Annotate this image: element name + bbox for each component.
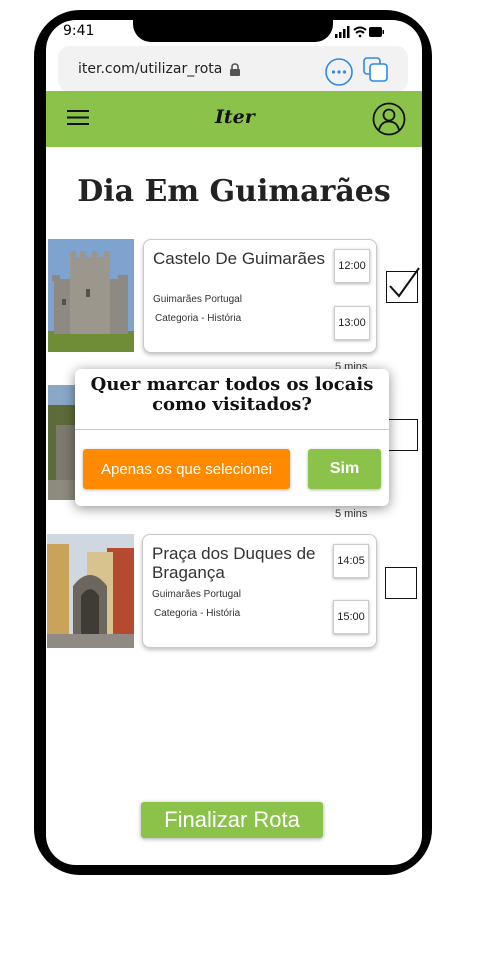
signal-icon <box>335 26 350 38</box>
dialog-divider <box>75 429 389 430</box>
start-time: 14:05 <box>333 544 369 578</box>
lock-icon <box>229 62 241 81</box>
start-time: 12:00 <box>334 249 370 283</box>
menu-icon[interactable] <box>67 109 91 131</box>
stop-location: Guimarães Portugal <box>152 589 241 600</box>
visited-checkbox[interactable] <box>385 567 417 599</box>
selected-only-button[interactable]: Apenas os que selecionei <box>83 449 290 489</box>
stop-name: Castelo De Guimarães <box>153 249 325 268</box>
finalize-route-button[interactable]: Finalizar Rota <box>141 802 323 838</box>
castle-photo <box>48 239 134 352</box>
confirm-dialog: Quer marcar todos os locais como visitad… <box>75 369 389 506</box>
status-time: 9:41 <box>63 23 95 39</box>
dialog-title: Quer marcar todos os locais como visitad… <box>90 374 374 415</box>
wifi-icon <box>353 26 367 38</box>
square-photo <box>47 534 134 648</box>
status-icons <box>335 24 385 43</box>
page-title: Dia Em Guimarães <box>77 174 391 209</box>
checkmark-icon <box>389 267 420 298</box>
end-time: 13:00 <box>334 306 370 340</box>
visited-checkbox[interactable] <box>386 419 418 451</box>
notch <box>133 10 333 42</box>
app-logo: Iter <box>215 106 255 128</box>
stop-location: Guimarães Portugal <box>153 294 242 305</box>
yes-button[interactable]: Sim <box>308 449 381 489</box>
url-text[interactable]: iter.com/utilizar_rota <box>78 61 222 77</box>
tabs-icon[interactable] <box>363 57 389 87</box>
more-options-icon[interactable] <box>324 57 354 91</box>
end-time: 15:00 <box>333 600 369 634</box>
stop-category: Categoria - História <box>155 313 242 324</box>
visited-checkbox[interactable] <box>386 267 420 303</box>
stop-name: Praça dos Duques de Bragança <box>152 544 316 582</box>
profile-icon[interactable] <box>372 102 406 140</box>
stop-category: Categoria - História <box>154 608 241 619</box>
battery-icon <box>369 27 384 37</box>
travel-duration: 5 mins <box>335 508 368 520</box>
